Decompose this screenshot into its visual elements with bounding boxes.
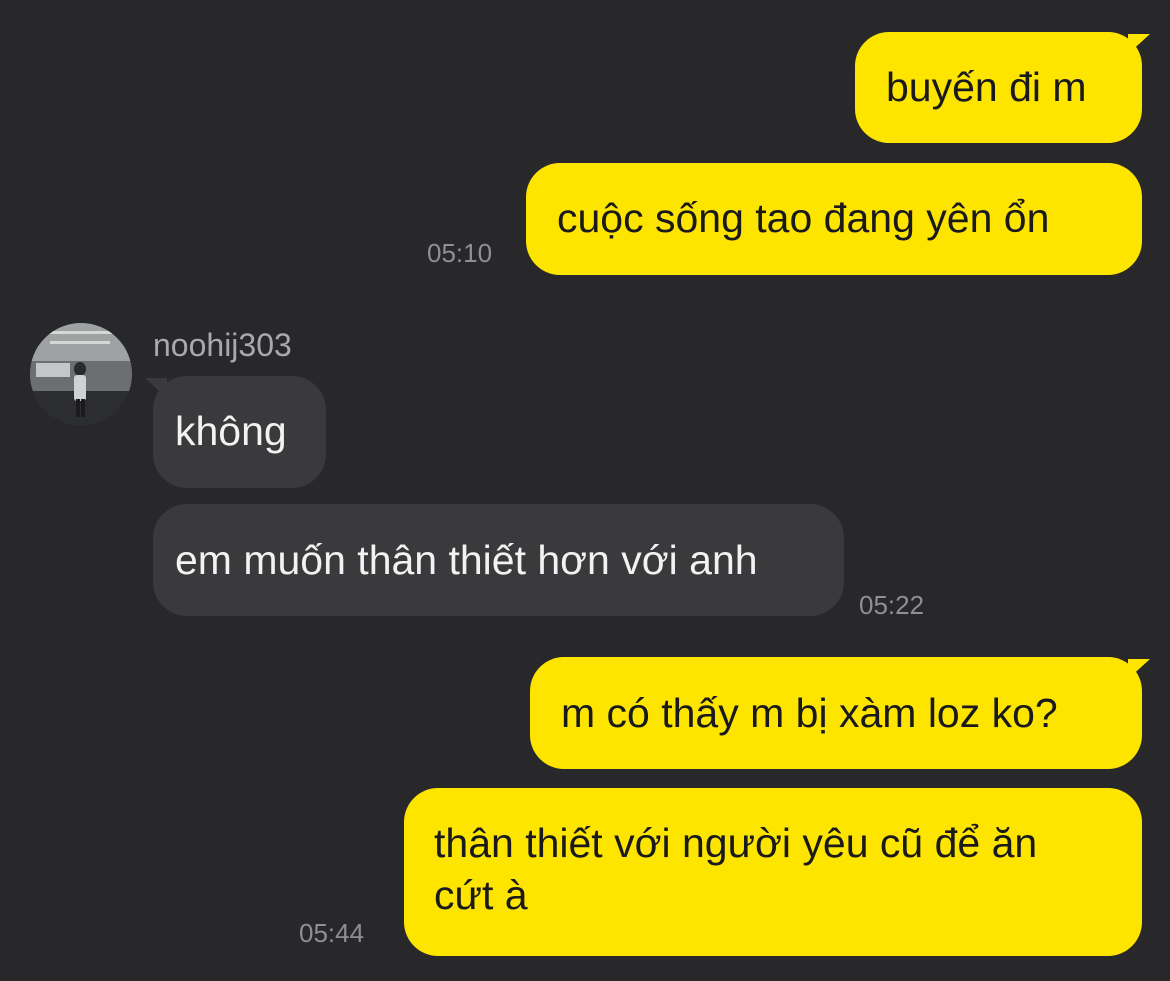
bubble-tail <box>145 378 167 398</box>
incoming-message-bubble[interactable]: em muốn thân thiết hơn với anh <box>153 504 844 616</box>
bubble-tail <box>1128 34 1150 54</box>
message-text: em muốn thân thiết hơn với anh <box>175 537 758 583</box>
message-text: cuộc sống tao đang yên ổn <box>557 195 1050 241</box>
outgoing-message-bubble[interactable]: m có thấy m bị xàm loz ko? <box>530 657 1142 769</box>
sender-name: noohij303 <box>153 327 292 363</box>
message-timestamp: 05:22 <box>859 590 925 620</box>
profile-photo-avatar <box>30 323 132 425</box>
outgoing-message-bubble[interactable]: cuộc sống tao đang yên ổn <box>526 163 1142 275</box>
message-text: m có thấy m bị xàm loz ko? <box>561 690 1058 736</box>
message-text-line: thân thiết với người yêu cũ để ăn <box>434 820 1038 866</box>
message-timestamp: 05:10 <box>427 238 493 268</box>
message-text: buyến đi m <box>886 64 1087 110</box>
message-text: không <box>175 408 287 454</box>
incoming-message-bubble[interactable]: không <box>153 376 326 488</box>
sender-avatar[interactable] <box>30 323 132 425</box>
outgoing-message-bubble[interactable]: thân thiết với người yêu cũ để ăn cứt à <box>404 788 1142 956</box>
outgoing-message-bubble[interactable]: buyến đi m <box>855 32 1142 143</box>
message-text-line: cứt à <box>434 872 528 918</box>
message-timestamp: 05:44 <box>299 918 365 948</box>
bubble-tail <box>1128 659 1150 679</box>
